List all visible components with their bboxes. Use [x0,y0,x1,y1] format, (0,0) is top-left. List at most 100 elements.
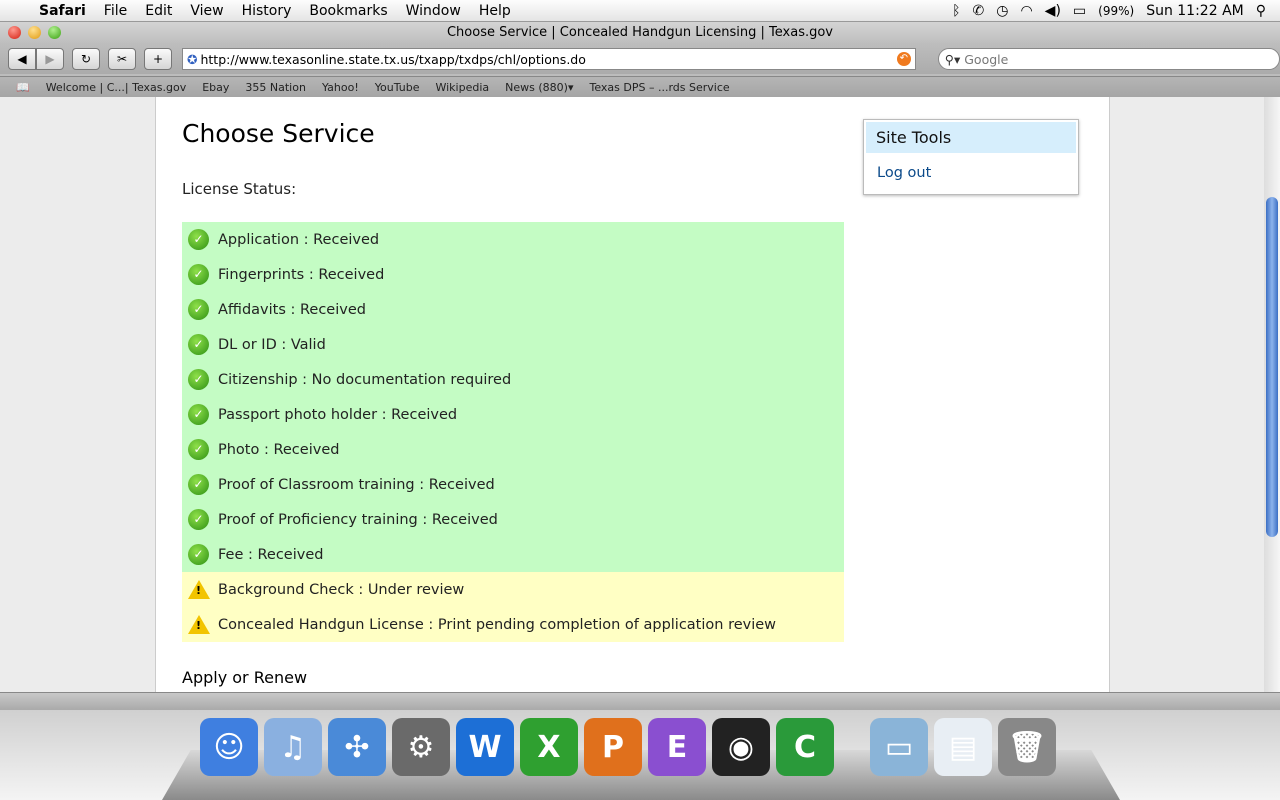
battery-percent: (99%) [1098,3,1135,18]
zoom-button[interactable] [48,26,61,39]
status-text: Application : Received [218,231,380,248]
apply-renew-heading: Apply or Renew [182,668,308,687]
scrollbar-thumb[interactable] [1266,197,1278,537]
status-text: Citizenship : No documentation required [218,371,512,388]
menu-edit[interactable]: Edit [136,3,181,19]
status-row: ! Concealed Handgun License : Print pendi… [182,607,844,642]
dock-entourage-icon[interactable]: E [648,718,706,776]
check-icon: ✓ [188,229,209,250]
status-row: ! Background Check : Under review [182,572,844,607]
browser-window: Choose Service | Concealed Handgun Licen… [0,22,1280,710]
dock-itunes-icon[interactable]: ♫ [264,718,322,776]
check-icon: ✓ [188,369,209,390]
dock-powerpoint-icon[interactable]: P [584,718,642,776]
forward-button[interactable]: ▶ [36,48,64,70]
title-bar: Choose Service | Concealed Handgun Licen… [0,22,1280,44]
add-bookmark-button[interactable]: + [144,48,172,70]
status-text: Concealed Handgun License : Print pendin… [218,616,777,633]
site-tools-panel: Site Tools Log out [863,119,1079,195]
status-text: Proof of Classroom training : Received [218,476,495,493]
snapback-icon[interactable]: ↶ [896,52,911,66]
menu-bar: Safari File Edit View History Bookmarks … [0,0,1280,22]
status-text: Affidavits : Received [218,301,366,318]
bookmarks-bar: 📖 Welcome | C...| Texas.gov Ebay 355 Nat… [0,76,1280,98]
dock-web-page-icon[interactable]: ▤ [934,718,992,776]
spotlight-icon[interactable]: ⚲ [1256,3,1266,19]
bookmark-item[interactable]: YouTube [375,81,420,94]
bookmark-item[interactable]: News (880)▾ [505,81,573,94]
back-button[interactable]: ◀ [8,48,36,70]
status-bar [0,692,1280,710]
warning-icon: ! [188,615,210,634]
menu-help[interactable]: Help [470,3,520,19]
desktop: ☺ ♫ ✣ ⚙ W X P E ◉ C ▭ ▤ 🗑 [0,710,1280,800]
menu-bookmarks[interactable]: Bookmarks [300,3,396,19]
minimize-button[interactable] [28,26,41,39]
page: Choose Service License Status: ✓ Applicat… [155,97,1110,692]
bookmark-item[interactable]: Ebay [202,81,229,94]
dock-word-icon[interactable]: W [456,718,514,776]
status-text: DL or ID : Valid [218,336,326,353]
check-icon: ✓ [188,264,209,285]
vertical-scrollbar[interactable] [1264,97,1280,692]
check-icon: ✓ [188,334,209,355]
reload-button[interactable]: ↻ [72,48,100,70]
battery-icon[interactable]: ▭ [1073,3,1086,19]
dock-dashboard-icon[interactable]: ◉ [712,718,770,776]
menu-window[interactable]: Window [397,3,470,19]
logout-link[interactable]: Log out [864,155,1078,181]
status-text: Fee : Received [218,546,324,563]
bookmark-item[interactable]: Welcome | C...| Texas.gov [46,81,187,94]
warning-icon: ! [188,580,210,599]
search-placeholder: Google [964,51,1009,67]
bookmark-item[interactable]: Yahoo! [322,81,359,94]
time-machine-icon[interactable]: ◷ [996,3,1008,19]
status-row: ✓ Photo : Received [182,432,844,467]
status-row: ✓ Fingerprints : Received [182,257,844,292]
snippet-button[interactable]: ✂ [108,48,136,70]
wifi-icon[interactable]: ◠ [1020,3,1032,19]
dock-trash-icon[interactable]: 🗑 [998,718,1056,776]
search-field[interactable]: ⚲▾ Google [937,48,1280,70]
dock-finder-icon[interactable]: ☺ [200,718,258,776]
dock-documents-icon[interactable]: ▭ [870,718,928,776]
phone-icon[interactable]: ✆ [973,3,985,19]
status-text: Fingerprints : Received [218,266,385,283]
status-row: ✓ Proof of Classroom training : Received [182,467,844,502]
page-title: Choose Service [182,119,375,148]
dock-system-preferences-icon[interactable]: ⚙ [392,718,450,776]
status-list: ✓ Application : Received ✓ Fingerprints : R… [182,222,844,642]
status-text: Proof of Proficiency training : Received [218,511,498,528]
check-icon: ✓ [188,474,209,495]
volume-icon[interactable]: ◀) [1045,3,1061,19]
url-text: http://www.texasonline.state.tx.us/txapp… [200,51,586,67]
window-title: Choose Service | Concealed Handgun Licen… [446,25,833,40]
address-bar[interactable]: ✪ http://www.texasonline.state.tx.us/txa… [182,48,916,70]
menu-view[interactable]: View [181,3,232,19]
bookmark-item[interactable]: Texas DPS – ...rds Service [589,81,729,94]
check-icon: ✓ [188,509,209,530]
menu-history[interactable]: History [233,3,301,19]
check-icon: ✓ [188,544,209,565]
status-row: ✓ Fee : Received [182,537,844,572]
bookmark-item[interactable]: 355 Nation [245,81,306,94]
check-icon: ✓ [188,299,209,320]
site-icon: ✪ [187,51,198,67]
dock-excel-icon[interactable]: X [520,718,578,776]
bluetooth-icon[interactable]: ᛒ [952,3,960,19]
site-tools-title: Site Tools [866,122,1076,153]
status-text: Photo : Received [218,441,340,458]
web-content: Choose Service License Status: ✓ Applicat… [0,97,1264,692]
menu-file[interactable]: File [95,3,136,19]
dock-safari-icon[interactable]: ✣ [328,718,386,776]
dock-bittorrent-icon[interactable]: C [776,718,834,776]
status-row: ✓ DL or ID : Valid [182,327,844,362]
bookmarks-book-icon[interactable]: 📖 [16,81,30,94]
menu-app[interactable]: Safari [30,3,95,19]
clock[interactable]: Sun 11:22 AM [1146,3,1244,19]
toolbar: ◀ ▶ ↻ ✂ + ✪ http://www.texasonline.state… [0,44,1280,74]
check-icon: ✓ [188,439,209,460]
close-button[interactable] [8,26,21,39]
license-status-label: License Status: [182,180,297,198]
bookmark-item[interactable]: Wikipedia [435,81,489,94]
